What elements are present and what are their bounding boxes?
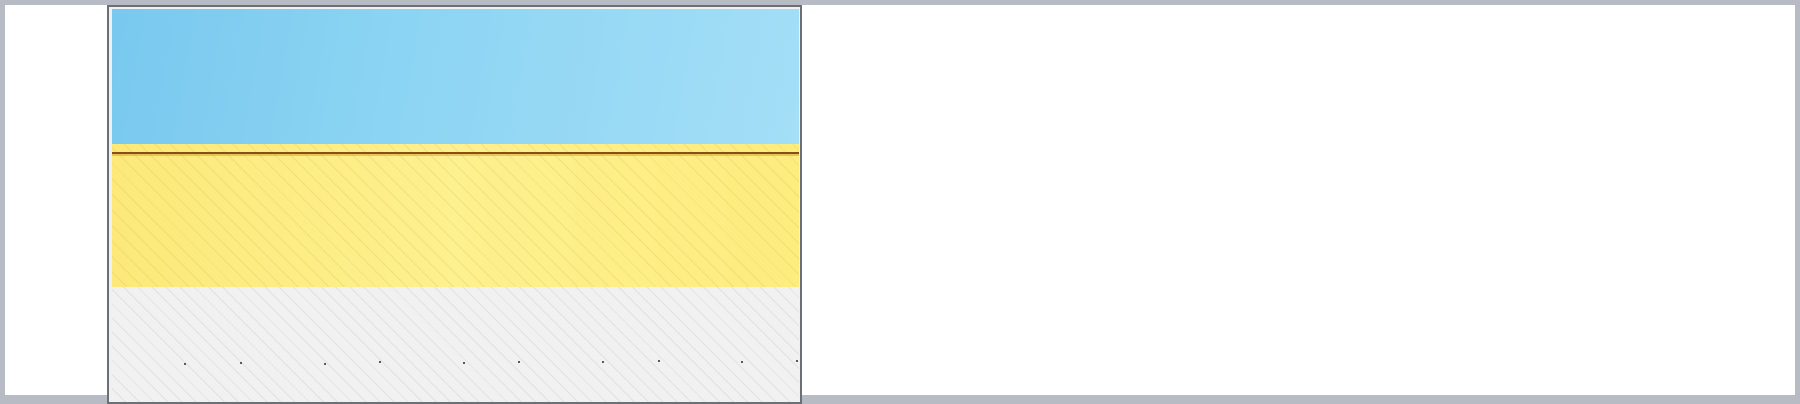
sky-region [112, 9, 799, 144]
rivet-dot [463, 362, 465, 364]
rivet-dot [658, 360, 660, 362]
rivet-dot [240, 362, 242, 364]
rivet-dot [741, 361, 743, 363]
gutter-shadow [112, 154, 799, 156]
yellow-wall-region [112, 144, 799, 287]
image-viewer[interactable] [107, 5, 802, 404]
rivet-dot [379, 361, 381, 363]
photo [112, 9, 799, 402]
desktop-canvas [5, 5, 1795, 404]
rivet-dot [602, 361, 604, 363]
rivet-dot [796, 360, 798, 362]
rivet-dot [184, 363, 186, 365]
rivet-dot [518, 361, 520, 363]
rivet-dot [324, 363, 326, 365]
white-wall-region [112, 287, 799, 402]
